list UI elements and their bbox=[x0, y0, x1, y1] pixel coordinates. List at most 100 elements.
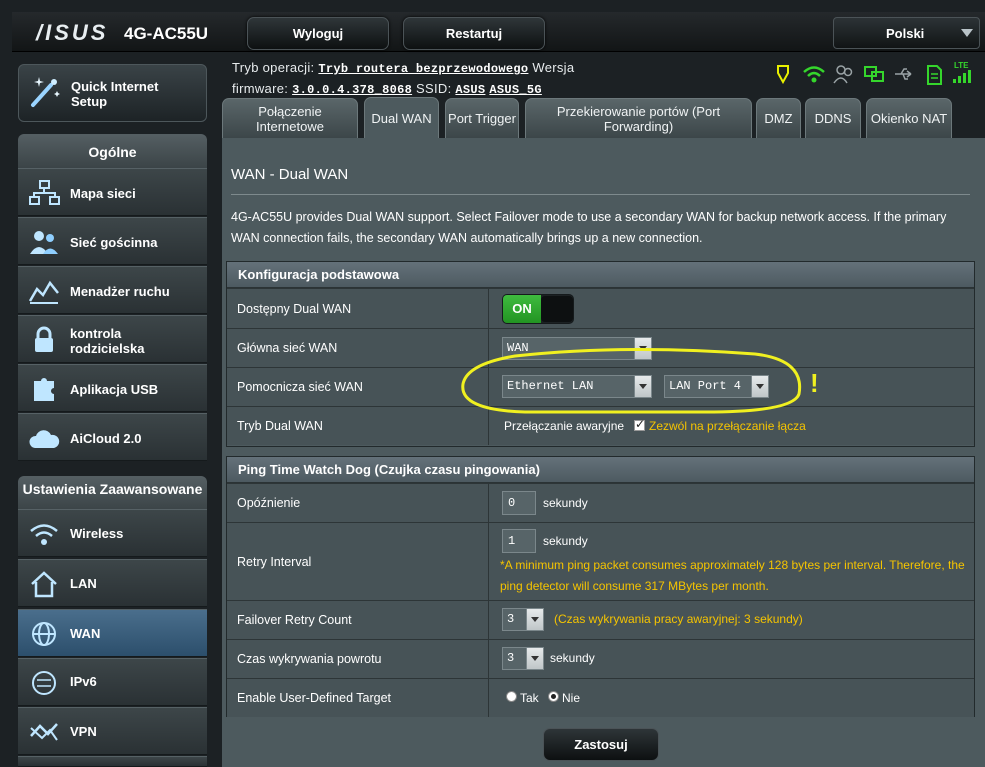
recovery-detection-select[interactable]: 3 bbox=[502, 647, 544, 670]
dual-wan-mode-label: Tryb Dual WAN bbox=[227, 407, 489, 445]
operation-mode-label: Tryb operacji: bbox=[232, 60, 315, 75]
failover-retry-select[interactable]: 3 bbox=[502, 608, 544, 631]
puzzle-icon bbox=[34, 378, 54, 401]
sim-icon[interactable] bbox=[775, 64, 791, 89]
ssid-5g-link[interactable]: ASUS_5G bbox=[489, 83, 542, 97]
failover-retry-value: 3 bbox=[507, 612, 515, 626]
delay-input[interactable]: 0 bbox=[502, 491, 536, 515]
users-icon[interactable] bbox=[833, 64, 855, 89]
sd-card-icon[interactable] bbox=[925, 64, 943, 91]
sidebar-item-more[interactable] bbox=[18, 756, 207, 767]
quick-setup-label: Quick Internet Setup bbox=[71, 79, 159, 109]
tab-port-forwarding[interactable]: Przekierowanie portów (Port Forwarding) bbox=[525, 98, 752, 138]
row-failover-retry-count: Failover Retry Count 3 (Czas wykrywania … bbox=[227, 600, 974, 639]
retry-interval-note: *A minimum ping packet consumes approxim… bbox=[500, 558, 965, 593]
ssid-label: SSID: bbox=[416, 81, 452, 96]
tab-dmz[interactable]: DMZ bbox=[756, 98, 801, 138]
row-primary-wan: Główna sieć WAN WAN bbox=[227, 328, 974, 367]
language-select[interactable]: Polski bbox=[833, 17, 980, 49]
sidebar-item-label: Wireless bbox=[70, 526, 124, 541]
row-user-defined-target: Enable User-Defined Target Tak Nie bbox=[227, 678, 974, 717]
network-map-icon bbox=[29, 180, 60, 205]
tab-nat-passthrough[interactable]: Okienko NAT bbox=[866, 98, 952, 138]
wifi-icon[interactable] bbox=[803, 64, 825, 89]
tab-internet-connection[interactable]: Połączenie Internetowe bbox=[222, 98, 358, 138]
network-icon[interactable] bbox=[863, 64, 885, 89]
delay-unit: sekundy bbox=[543, 496, 588, 510]
ipv6-icon bbox=[32, 671, 56, 695]
retry-interval-unit: sekundy bbox=[543, 534, 588, 548]
basic-config-header: Konfiguracja podstawowa bbox=[227, 262, 974, 288]
ping-watchdog-table: Ping Time Watch Dog (Czujka czasu pingow… bbox=[226, 456, 975, 717]
sidebar-item-usb-app[interactable]: Aplikacja USB bbox=[18, 364, 207, 412]
guest-network-icon bbox=[30, 231, 58, 254]
chevron-down-icon bbox=[751, 376, 768, 397]
divider bbox=[231, 194, 970, 195]
sidebar-item-ipv6[interactable]: IPv6 bbox=[18, 658, 207, 706]
sidebar-item-label: LAN bbox=[70, 576, 97, 591]
failover-mode-text: Przełączanie awaryjne bbox=[504, 419, 625, 433]
toggle-knob bbox=[541, 296, 573, 322]
firmware-version-link[interactable]: 3.0.0.4.378_8068 bbox=[292, 83, 412, 97]
retry-interval-label: Retry Interval bbox=[227, 523, 489, 600]
apply-button[interactable]: Zastosuj bbox=[543, 728, 659, 761]
sidebar-item-wireless[interactable]: Wireless bbox=[18, 509, 207, 557]
firmware-label: firmware: bbox=[232, 81, 289, 96]
chevron-down-icon bbox=[634, 376, 651, 397]
target-no-label: Nie bbox=[562, 691, 581, 705]
toggle-on-label: ON bbox=[503, 295, 541, 323]
primary-wan-select[interactable]: WAN bbox=[502, 337, 652, 360]
usb-icon[interactable] bbox=[893, 64, 915, 89]
sidebar-item-traffic-manager[interactable]: Menadżer ruchu bbox=[18, 266, 207, 314]
recovery-detection-label: Czas wykrywania powrotu bbox=[227, 640, 489, 678]
target-no-radio[interactable] bbox=[548, 691, 559, 702]
tab-dual-wan[interactable]: Dual WAN bbox=[364, 97, 439, 139]
sidebar-item-label: Mapa sieci bbox=[70, 186, 136, 201]
operation-mode-link[interactable]: Tryb routera bezprzewodowego bbox=[318, 62, 528, 76]
sidebar-item-vpn[interactable]: VPN bbox=[18, 707, 207, 755]
sidebar-item-parental-control[interactable]: kontrola rodzicielska bbox=[18, 315, 207, 363]
row-dual-wan-enable: Dostępny Dual WAN ON bbox=[227, 288, 974, 328]
sidebar-item-lan[interactable]: LAN bbox=[18, 559, 207, 607]
tab-port-trigger[interactable]: Port Trigger bbox=[445, 98, 519, 138]
page-description: 4G-AC55U provides Dual WAN support. Sele… bbox=[231, 210, 947, 245]
ssid-2g-link[interactable]: ASUS bbox=[455, 83, 485, 97]
secondary-wan-select[interactable]: Ethernet LAN bbox=[502, 375, 652, 398]
chevron-down-icon bbox=[526, 648, 543, 669]
dual-wan-enable-label: Dostępny Dual WAN bbox=[227, 289, 489, 328]
failover-detection-note: (Czas wykrywania pracy awaryjnej: 3 seku… bbox=[554, 612, 803, 626]
sidebar-item-network-map[interactable]: Mapa sieci bbox=[18, 168, 207, 216]
dual-wan-toggle[interactable]: ON bbox=[502, 294, 574, 324]
allow-failback-label: Zezwól na przełączanie łącza bbox=[649, 419, 806, 433]
lte-signal-icon[interactable]: LTE bbox=[951, 60, 975, 89]
retry-interval-input[interactable]: 1 bbox=[502, 529, 536, 553]
status-info: Tryb operacji: Tryb routera bezprzewodow… bbox=[232, 58, 574, 100]
sidebar-item-guest-network[interactable]: Sieć gościnna bbox=[18, 217, 207, 265]
globe-icon bbox=[32, 622, 56, 646]
home-icon bbox=[31, 571, 57, 598]
allow-failback-checkbox[interactable] bbox=[634, 417, 645, 431]
recovery-detection-value: 3 bbox=[507, 651, 515, 665]
lan-port-select[interactable]: LAN Port 4 bbox=[664, 375, 769, 398]
secondary-wan-label: Pomocnicza sieć WAN bbox=[227, 368, 489, 406]
sidebar-item-wan[interactable]: WAN bbox=[18, 609, 207, 657]
page-title: WAN - Dual WAN bbox=[231, 166, 349, 183]
general-section-header: Ogólne bbox=[18, 134, 207, 168]
sidebar-item-label: WAN bbox=[70, 626, 101, 641]
sidebar-item-label: Sieć gościnna bbox=[70, 235, 158, 250]
logout-button[interactable]: Wyloguj bbox=[247, 17, 389, 50]
row-recovery-detection: Czas wykrywania powrotu 3 sekundy bbox=[227, 639, 974, 678]
sidebar-item-aicloud[interactable]: AiCloud 2.0 bbox=[18, 413, 207, 461]
primary-wan-label: Główna sieć WAN bbox=[227, 329, 489, 367]
restart-button[interactable]: Restartuj bbox=[403, 17, 545, 50]
target-yes-radio[interactable] bbox=[506, 691, 517, 702]
wireless-icon bbox=[30, 524, 58, 545]
row-dual-wan-mode: Tryb Dual WAN Przełączanie awaryjne Zezw… bbox=[227, 406, 974, 445]
primary-wan-value: WAN bbox=[507, 341, 529, 355]
target-yes-label: Tak bbox=[520, 691, 539, 705]
asus-logo: /ISUS bbox=[36, 20, 109, 45]
tab-ddns[interactable]: DDNS bbox=[805, 98, 861, 138]
quick-internet-setup-button[interactable]: Quick Internet Setup bbox=[18, 64, 207, 122]
language-label: Polski bbox=[886, 26, 925, 41]
row-secondary-wan: Pomocnicza sieć WAN Ethernet LAN LAN Por… bbox=[227, 367, 974, 406]
